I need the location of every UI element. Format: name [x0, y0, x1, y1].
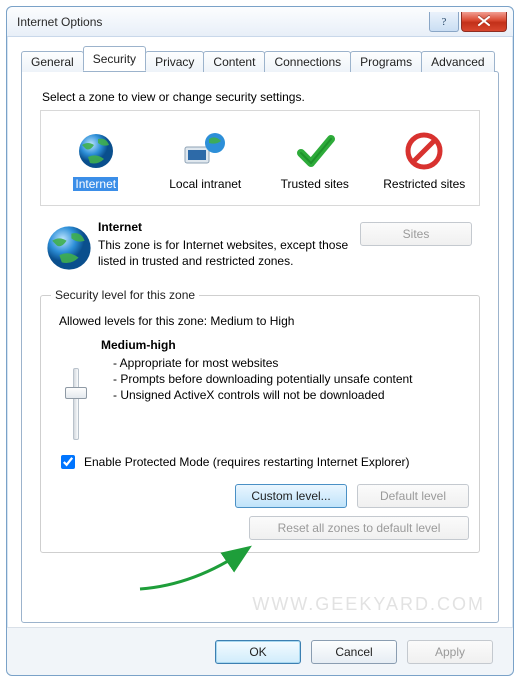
close-icon: [477, 16, 491, 26]
group-legend: Security level for this zone: [51, 288, 199, 302]
protected-mode-row[interactable]: Enable Protected Mode (requires restarti…: [57, 452, 469, 472]
zone-trusted-sites[interactable]: Trusted sites: [265, 129, 365, 191]
ok-button[interactable]: OK: [215, 640, 301, 664]
titlebar: Internet Options ?: [7, 7, 513, 37]
dialog-title: Internet Options: [17, 15, 429, 29]
apply-button: Apply: [407, 640, 493, 664]
zone-label: Trusted sites: [279, 177, 351, 191]
help-icon: ?: [438, 15, 450, 27]
tab-content[interactable]: Content: [203, 51, 265, 72]
globe-icon: [46, 129, 146, 173]
zone-instruction: Select a zone to view or change security…: [42, 90, 484, 104]
level-line: - Appropriate for most websites: [113, 355, 469, 371]
default-level-button: Default level: [357, 484, 469, 508]
slider-thumb[interactable]: [65, 387, 87, 399]
protected-mode-label: Enable Protected Mode (requires restarti…: [84, 455, 410, 469]
custom-level-button[interactable]: Custom level...: [235, 484, 347, 508]
allowed-levels: Allowed levels for this zone: Medium to …: [59, 314, 469, 328]
tab-advanced[interactable]: Advanced: [421, 51, 494, 72]
internet-options-dialog: Internet Options ? General Security Priv…: [6, 6, 514, 676]
dialog-content: General Security Privacy Content Connect…: [7, 37, 513, 675]
tab-general[interactable]: General: [21, 51, 84, 72]
checkmark-icon: [265, 129, 365, 173]
intranet-icon: [155, 129, 255, 173]
no-entry-icon: [374, 129, 474, 173]
zone-label: Local intranet: [167, 177, 243, 191]
zone-desc-title: Internet: [98, 220, 354, 234]
reset-all-zones-button: Reset all zones to default level: [249, 516, 469, 540]
tab-programs[interactable]: Programs: [350, 51, 422, 72]
zone-internet[interactable]: Internet: [46, 129, 146, 191]
level-line: - Unsigned ActiveX controls will not be …: [113, 387, 469, 403]
zone-restricted-sites[interactable]: Restricted sites: [374, 129, 474, 191]
help-button[interactable]: ?: [429, 12, 459, 32]
zone-list: Internet Local intranet: [40, 110, 480, 206]
tab-privacy[interactable]: Privacy: [145, 51, 204, 72]
level-title: Medium-high: [101, 338, 469, 352]
close-button[interactable]: [461, 12, 507, 32]
cancel-button[interactable]: Cancel: [311, 640, 397, 664]
tab-security[interactable]: Security: [83, 46, 146, 71]
sites-button: Sites: [360, 222, 472, 246]
level-line: - Prompts before downloading potentially…: [113, 371, 469, 387]
zone-desc-body: This zone is for Internet websites, exce…: [98, 237, 354, 269]
zone-local-intranet[interactable]: Local intranet: [155, 129, 255, 191]
globe-icon-large: [40, 220, 98, 272]
security-level-group: Security level for this zone Allowed lev…: [40, 288, 480, 553]
zone-label: Internet: [73, 177, 118, 191]
dialog-footer: OK Cancel Apply: [7, 627, 513, 675]
svg-text:?: ?: [442, 16, 447, 27]
tabstrip: General Security Privacy Content Connect…: [21, 47, 499, 71]
security-level-slider[interactable]: [73, 368, 79, 440]
tab-panel-security: Select a zone to view or change security…: [21, 71, 499, 623]
protected-mode-checkbox[interactable]: [61, 455, 75, 469]
tab-connections[interactable]: Connections: [264, 51, 351, 72]
zone-label: Restricted sites: [381, 177, 467, 191]
